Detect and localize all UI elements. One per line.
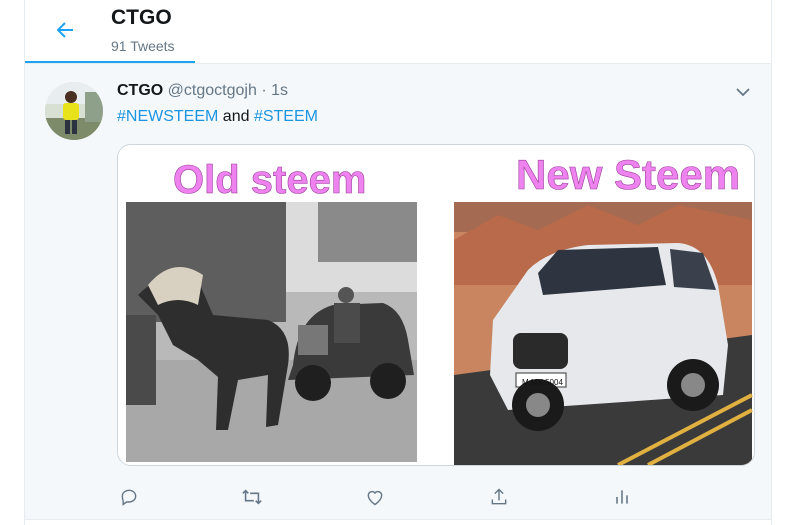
divider [25,519,771,520]
back-button[interactable] [49,14,81,46]
share-icon [491,488,507,505]
avatar[interactable] [45,82,103,140]
chevron-down-icon [736,88,750,97]
author-handle[interactable]: @ctgoctgojh [168,82,257,99]
more-options-button[interactable] [731,80,755,104]
page-title: CTGO [111,6,172,29]
new-steem-photo [454,202,753,465]
profile-header: CTGO 91 Tweets [25,0,771,64]
analytics-icon [616,490,628,504]
like-button[interactable] [360,482,390,512]
back-arrow-icon [56,22,73,38]
tweet-connector: and [222,108,250,125]
tweet-actions [117,482,717,512]
tweet-media[interactable]: Old steem M MX 5004 New Steem [117,144,755,466]
tweet-timestamp[interactable]: 1s [271,82,288,99]
reply-icon [121,489,137,506]
new-steem-label: New Steem [516,151,740,198]
retweet-icon [242,489,262,505]
tweet[interactable]: CTGO @ctgoctgojh · 1s #NEWSTEEM and #STE… [25,64,771,519]
tweet-count: 91 Tweets [111,38,175,54]
media-image: Old steem M MX 5004 New Steem [118,145,754,465]
hashtag-steem[interactable]: #STEEM [254,108,318,125]
hashtag-newsteem[interactable]: #NEWSTEEM [117,108,218,125]
tweet-author-line: CTGO @ctgoctgojh · 1s [117,82,288,100]
share-button[interactable] [484,482,514,512]
reply-button[interactable] [114,482,144,512]
license-plate: M MX 5004 [522,378,563,387]
old-steem-photo [126,202,417,462]
retweet-button[interactable] [237,482,267,512]
tweet-text: #NEWSTEEM and #STEEM [117,108,318,126]
separator-dot: · [261,82,267,99]
old-steem-label: Old steem [173,158,366,202]
analytics-button[interactable] [607,482,637,512]
avatar-image [45,82,103,140]
author-name[interactable]: CTGO [117,82,163,99]
heart-icon [367,490,383,506]
timeline-column: CTGO 91 Tweets CTGO @ctgoctgojh · 1s #NE… [24,0,772,525]
